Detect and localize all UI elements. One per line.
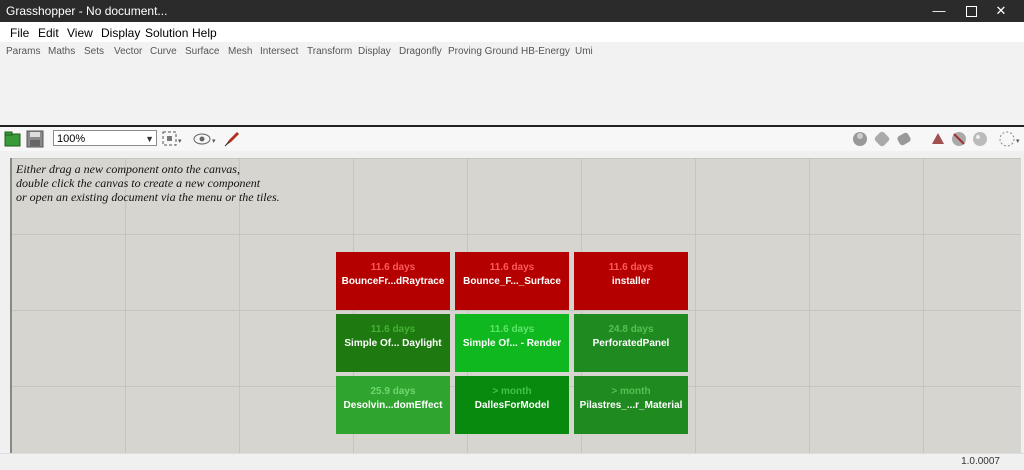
close-icon: ✕ [995,3,1007,18]
more-options-button[interactable]: ▾ [998,130,1020,148]
zoom-extents-icon: ▾ [162,131,182,146]
tab-curve[interactable]: Curve [150,46,177,57]
tab-hb-energy[interactable]: HB-Energy [521,46,570,57]
eye-icon: ▾ [193,133,216,145]
menu-bar: File Edit View Display Solution Help [0,22,1024,42]
version-label: 1.0.0007 [961,456,1000,467]
chevron-down-icon: ▼ [145,134,154,144]
tile-age: 11.6 days [370,262,416,273]
recent-file-tile[interactable]: 11.6 days Bounce_F..._Surface [455,252,569,310]
canvas-hint-line: or open an existing document via the men… [16,190,280,204]
menu-display[interactable]: Display [101,26,140,40]
sphere-button[interactable] [971,130,989,148]
wire-icon [874,131,890,147]
bake-selected-icon [952,132,966,146]
status-bar: 1.0.0007 [0,453,1024,470]
tile-name: BounceFr...dRaytrace [341,276,445,287]
close-button[interactable]: ✕ [978,0,1024,22]
tile-age: > month [492,386,532,397]
zoom-value: 100% [57,133,86,145]
tab-sets[interactable]: Sets [84,46,104,57]
svg-text:▾: ▾ [212,138,216,145]
svg-text:▾: ▾ [178,138,182,145]
tile-name: DallesForModel [474,400,550,411]
mesh-icon [897,132,911,146]
open-file-button[interactable] [4,130,22,148]
tile-name: Bounce_F..._Surface [463,276,561,287]
tile-name: Simple Of... Daylight [344,338,442,349]
save-disk-icon [26,130,44,148]
tile-age: 24.8 days [608,324,654,335]
bake-icon [932,133,944,144]
canvas-toolbar: 100% ▼ ▾ ▾ ▾ [0,127,1024,152]
recent-file-tile[interactable]: 11.6 days Simple Of... - Render [455,314,569,372]
recent-file-tile[interactable]: 25.9 days Desolvin...domEffect [336,376,450,434]
tile-name: PerforatedPanel [592,338,670,349]
tile-age: 11.6 days [370,324,416,335]
recent-file-tile[interactable]: 11.6 days BounceFr...dRaytrace [336,252,450,310]
tab-maths[interactable]: Maths [48,46,75,57]
bake-selected-button[interactable] [950,130,968,148]
sketch-button[interactable] [223,130,241,148]
sphere-icon [973,132,987,146]
tile-age: 25.9 days [370,386,416,397]
open-folder-icon [4,131,21,147]
zoom-select[interactable]: 100% ▼ [53,130,157,146]
canvas-hint-line: double click the canvas to create a new … [16,176,261,190]
menu-help[interactable]: Help [192,26,217,40]
menu-solution[interactable]: Solution [145,26,188,40]
tab-dragonfly[interactable]: Dragonfly [399,46,442,57]
tile-age: 11.6 days [489,262,535,273]
tab-proving-ground[interactable]: Proving Ground [448,46,518,57]
window-title: Grasshopper - No document... [6,4,168,18]
preview-mode-button[interactable]: ▾ [193,130,216,148]
tile-age: > month [611,386,651,397]
preview-mesh-button[interactable] [895,130,913,148]
canvas-hint-line: Either drag a new component onto the can… [16,162,240,176]
preview-wire-button[interactable] [873,130,891,148]
tab-surface[interactable]: Surface [185,46,219,57]
minimize-icon: — [932,3,946,18]
shaded-sphere-icon [853,132,867,146]
recent-file-tile[interactable]: 24.8 days PerforatedPanel [574,314,688,372]
tab-transform[interactable]: Transform [307,46,352,57]
tile-age: 11.6 days [489,324,535,335]
tile-name: Desolvin...domEffect [343,400,443,411]
preview-shaded-button[interactable] [851,130,869,148]
save-file-button[interactable] [26,130,44,148]
tab-display[interactable]: Display [358,46,391,57]
component-tab-bar: Params Maths Sets Vector Curve Surface M… [0,42,1024,126]
recent-file-tile[interactable]: > month Pilastres_...r_Material [574,376,688,434]
tile-name: installer [611,276,651,287]
zoom-extents-button[interactable]: ▾ [161,130,182,148]
maximize-icon [965,6,977,18]
tab-umi[interactable]: Umi [575,46,593,57]
bake-button[interactable] [929,130,947,148]
pen-icon [224,132,239,147]
menu-file[interactable]: File [10,26,29,40]
tile-name: Pilastres_...r_Material [579,400,683,411]
menu-edit[interactable]: Edit [38,26,59,40]
tab-params[interactable]: Params [6,46,40,57]
menu-view[interactable]: View [67,26,93,40]
svg-text:▾: ▾ [1016,138,1020,145]
canvas-hint: Either drag a new component onto the can… [16,162,280,204]
tab-vector[interactable]: Vector [114,46,142,57]
tile-age: 11.6 days [608,262,654,273]
title-bar: Grasshopper - No document... — ✕ [0,0,1024,22]
recent-file-tile[interactable]: > month DallesForModel [455,376,569,434]
recent-file-tile[interactable]: 11.6 days installer [574,252,688,310]
tab-intersect[interactable]: Intersect [260,46,298,57]
recent-file-tile[interactable]: 11.6 days Simple Of... Daylight [336,314,450,372]
tab-mesh[interactable]: Mesh [228,46,252,57]
tile-name: Simple Of... - Render [462,338,562,349]
dotted-circle-icon: ▾ [999,131,1020,147]
